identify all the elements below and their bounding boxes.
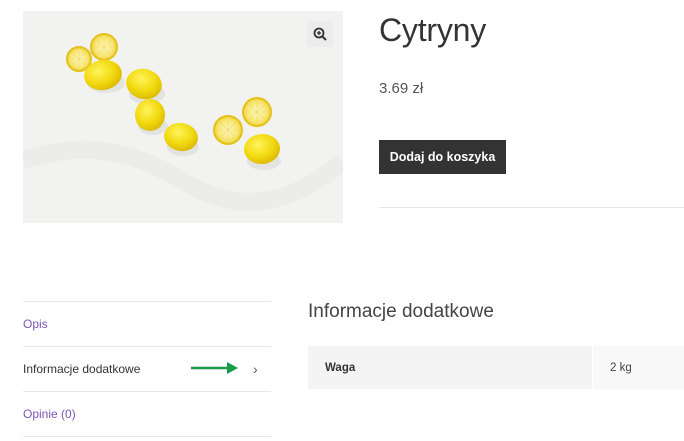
attribute-value: 2 kg <box>593 346 684 389</box>
attribute-label: Waga <box>308 346 592 389</box>
tab-label: Informacje dodatkowe <box>23 362 141 376</box>
product-image[interactable] <box>23 11 343 223</box>
tab-label: Opinie (0) <box>23 407 76 421</box>
lemons-photo <box>23 11 343 223</box>
product-price: 3.69 zł <box>379 80 424 97</box>
tab-label: Opis <box>23 317 48 331</box>
tab-reviews[interactable]: Opinie (0) <box>23 392 271 436</box>
zoom-button[interactable] <box>307 21 333 47</box>
product-title: Cytryny <box>379 12 487 48</box>
panel-title: Informacje dodatkowe <box>308 301 494 322</box>
divider <box>23 436 271 437</box>
tab-description[interactable]: Opis <box>23 302 271 346</box>
tab-additional-information[interactable]: Informacje dodatkowe › <box>23 347 271 391</box>
add-to-cart-button[interactable]: Dodaj do koszyka <box>379 140 506 174</box>
attributes-table: Waga 2 kg <box>308 346 684 389</box>
chevron-right-icon: › <box>253 361 258 377</box>
divider <box>379 207 684 208</box>
product-tabs: Opis Informacje dodatkowe › Opinie (0) <box>23 301 271 437</box>
zoom-in-icon <box>313 27 327 41</box>
arrow-right-icon <box>191 362 238 374</box>
